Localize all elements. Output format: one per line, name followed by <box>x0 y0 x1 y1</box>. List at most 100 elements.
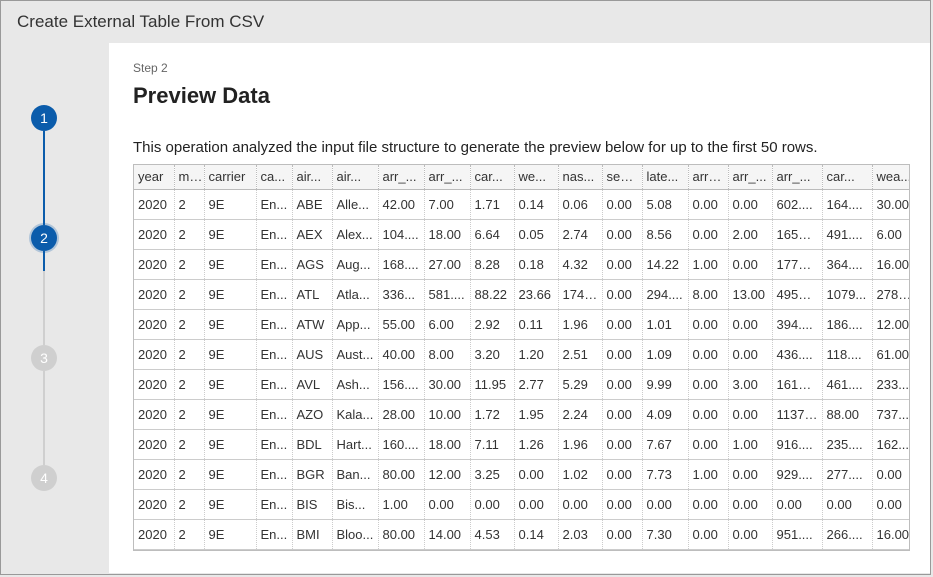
table-cell: 5.08 <box>642 189 688 219</box>
step-connector-2-3 <box>43 271 45 345</box>
table-cell: 0.00 <box>470 489 514 519</box>
column-header[interactable]: arr_... <box>378 165 424 189</box>
table-cell: Alex... <box>332 219 378 249</box>
table-cell: En... <box>256 429 292 459</box>
column-header[interactable]: carrier <box>204 165 256 189</box>
table-row[interactable]: 202029EEn...BDLHart...160....18.007.111.… <box>134 429 910 459</box>
table-row[interactable]: 202029EEn...BISBis...1.000.000.000.000.0… <box>134 489 910 519</box>
table-cell: 2020 <box>134 309 174 339</box>
column-header[interactable]: air... <box>292 165 332 189</box>
column-header[interactable]: year <box>134 165 174 189</box>
table-row[interactable]: 202029EEn...AGSAug...168....27.008.280.1… <box>134 249 910 279</box>
column-header[interactable]: air... <box>332 165 378 189</box>
table-cell: 2020 <box>134 399 174 429</box>
table-cell: 2020 <box>134 279 174 309</box>
table-row[interactable]: 202029EEn...ATLAtla...336...581....88.22… <box>134 279 910 309</box>
table-cell: 0.00 <box>424 489 470 519</box>
table-cell: BGR <box>292 459 332 489</box>
table-cell: 0.00 <box>602 309 642 339</box>
data-preview-table: yearm...carrierca...air...air...arr_...a… <box>134 165 910 550</box>
table-cell: 2 <box>174 189 204 219</box>
table-cell: 1137.... <box>772 399 822 429</box>
table-cell: Atla... <box>332 279 378 309</box>
step-3-indicator[interactable]: 3 <box>31 345 57 371</box>
table-cell: 0.00 <box>772 489 822 519</box>
table-cell: 4.32 <box>558 249 602 279</box>
table-row[interactable]: 202029EEn...ATWApp...55.006.002.920.111.… <box>134 309 910 339</box>
table-cell: 6.00 <box>872 219 910 249</box>
column-header[interactable]: arr_... <box>424 165 470 189</box>
column-header[interactable]: sec... <box>602 165 642 189</box>
step-2-indicator[interactable]: 2 <box>31 225 57 251</box>
table-cell: 2020 <box>134 249 174 279</box>
table-cell: 0.00 <box>514 489 558 519</box>
table-cell: AUS <box>292 339 332 369</box>
table-cell: 162.... <box>872 429 910 459</box>
table-row[interactable]: 202029EEn...AVLAsh...156....30.0011.952.… <box>134 369 910 399</box>
table-cell: En... <box>256 339 292 369</box>
table-cell: 80.00 <box>378 519 424 549</box>
table-cell: 9E <box>204 219 256 249</box>
table-cell: En... <box>256 519 292 549</box>
column-header[interactable]: ca... <box>256 165 292 189</box>
column-header[interactable]: we... <box>514 165 558 189</box>
table-cell: 1.09 <box>642 339 688 369</box>
table-cell: 2 <box>174 519 204 549</box>
table-row[interactable]: 202029EEn...BMIBloo...80.0014.004.530.14… <box>134 519 910 549</box>
table-cell: App... <box>332 309 378 339</box>
table-cell: 9E <box>204 429 256 459</box>
table-cell: BIS <box>292 489 332 519</box>
table-cell: 7.30 <box>642 519 688 549</box>
step-1-indicator[interactable]: 1 <box>31 105 57 131</box>
table-cell: En... <box>256 219 292 249</box>
column-header[interactable]: arr_... <box>728 165 772 189</box>
table-cell: 0.00 <box>602 339 642 369</box>
table-cell: En... <box>256 189 292 219</box>
table-cell: 1.20 <box>514 339 558 369</box>
table-cell: 266.... <box>822 519 872 549</box>
column-header[interactable]: m... <box>174 165 204 189</box>
column-header[interactable]: arr_... <box>688 165 728 189</box>
table-cell: 0.00 <box>688 429 728 459</box>
table-cell: Aug... <box>332 249 378 279</box>
column-header[interactable]: car... <box>822 165 872 189</box>
table-cell: 2020 <box>134 459 174 489</box>
table-cell: 336... <box>378 279 424 309</box>
table-cell: 0.00 <box>688 219 728 249</box>
table-cell: 2.77 <box>514 369 558 399</box>
table-cell: 12.00 <box>872 309 910 339</box>
table-cell: 0.00 <box>728 399 772 429</box>
table-cell: 1.96 <box>558 429 602 459</box>
column-header[interactable]: nas... <box>558 165 602 189</box>
column-header[interactable]: car... <box>470 165 514 189</box>
table-cell: Bloo... <box>332 519 378 549</box>
table-cell: 1777.... <box>772 249 822 279</box>
table-cell: En... <box>256 399 292 429</box>
column-header[interactable]: arr_... <box>772 165 822 189</box>
table-cell: 8.56 <box>642 219 688 249</box>
table-cell: 7.00 <box>424 189 470 219</box>
table-cell: En... <box>256 249 292 279</box>
column-header[interactable]: late... <box>642 165 688 189</box>
table-cell: 2 <box>174 339 204 369</box>
table-cell: 0.00 <box>602 519 642 549</box>
table-cell: 3.00 <box>728 369 772 399</box>
table-cell: 2.03 <box>558 519 602 549</box>
table-cell: BMI <box>292 519 332 549</box>
table-row[interactable]: 202029EEn...AZOKala...28.0010.001.721.95… <box>134 399 910 429</box>
table-cell: 42.00 <box>378 189 424 219</box>
table-cell: 1.01 <box>642 309 688 339</box>
table-row[interactable]: 202029EEn...ABEAlle...42.007.001.710.140… <box>134 189 910 219</box>
table-row[interactable]: 202029EEn...BGRBan...80.0012.003.250.001… <box>134 459 910 489</box>
table-cell: 0.00 <box>872 489 910 519</box>
step-4-indicator[interactable]: 4 <box>31 465 57 491</box>
table-cell: 9E <box>204 369 256 399</box>
table-row[interactable]: 202029EEn...AEXAlex...104....18.006.640.… <box>134 219 910 249</box>
table-row[interactable]: 202029EEn...AUSAust...40.008.003.201.202… <box>134 339 910 369</box>
table-cell: 9E <box>204 249 256 279</box>
table-cell: 104.... <box>378 219 424 249</box>
table-cell: 2020 <box>134 519 174 549</box>
table-cell: 2 <box>174 459 204 489</box>
table-cell: 61.00 <box>872 339 910 369</box>
column-header[interactable]: wea... <box>872 165 910 189</box>
